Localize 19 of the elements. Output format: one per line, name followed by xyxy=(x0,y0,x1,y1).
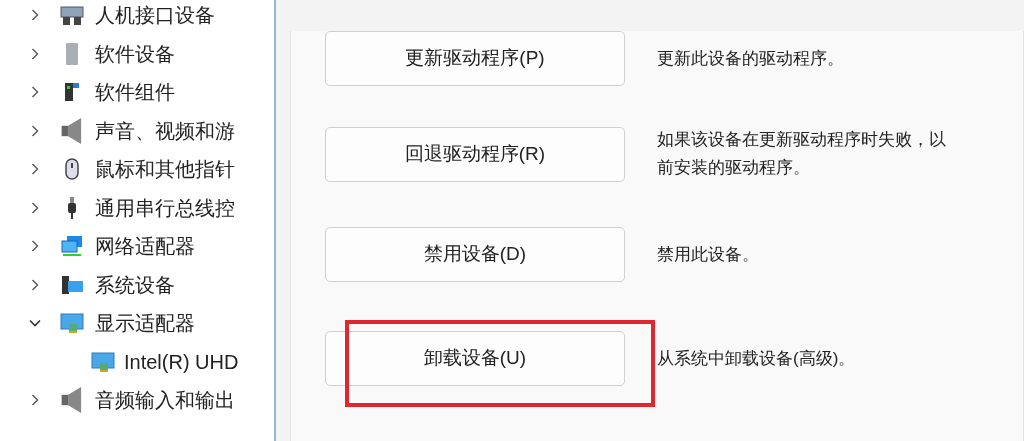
tree-item-label[interactable]: 软件设备 xyxy=(95,38,175,69)
driver-action-button[interactable]: 卸载设备(U) xyxy=(325,331,625,386)
tree-item-label[interactable]: 软件组件 xyxy=(95,77,175,108)
driver-action-button[interactable]: 更新驱动程序(P) xyxy=(325,31,625,86)
tree-item-label[interactable]: 显示适配器 xyxy=(95,308,195,339)
tree-item-label[interactable]: 人机接口设备 xyxy=(95,0,215,31)
tree-item-label[interactable]: 音频输入和输出 xyxy=(95,385,235,416)
tree-item-label[interactable]: 系统设备 xyxy=(95,269,175,300)
tree-item-label[interactable]: 通用串行总线控 xyxy=(95,192,235,223)
action-description: 从系统中卸载设备(高级)。 xyxy=(657,347,857,370)
action-description: 更新此设备的驱动程序。 xyxy=(657,47,845,70)
action-description: 禁用此设备。 xyxy=(657,243,760,266)
driver-action-button[interactable]: 禁用设备(D) xyxy=(325,227,625,282)
action-description: 如果该设备在更新驱动程序时失败，以前安装的驱动程序。 xyxy=(657,129,947,179)
driver-action-button[interactable]: 回退驱动程序(R) xyxy=(325,126,625,182)
tree-item-label[interactable]: 声音、视频和游 xyxy=(95,115,235,146)
tree-item-label[interactable]: 网络适配器 xyxy=(95,231,195,262)
tree-item-label[interactable]: 鼠标和其他指针 xyxy=(95,154,235,185)
tree-item-label[interactable]: Intel(R) UHD xyxy=(124,346,239,377)
